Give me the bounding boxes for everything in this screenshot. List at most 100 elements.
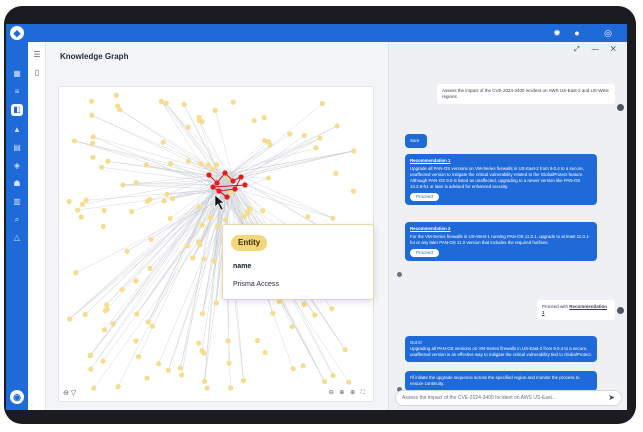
- graph-node[interactable]: [133, 278, 139, 284]
- graph-node[interactable]: [82, 311, 88, 318]
- chat-input-text[interactable]: Assess the impact of the CVE-2024-3400 I…: [402, 395, 556, 401]
- graph-node[interactable]: [74, 207, 81, 213]
- graph-node[interactable]: [227, 385, 234, 391]
- list-icon[interactable]: ☰: [32, 50, 42, 60]
- shield-icon[interactable]: ◈: [11, 160, 23, 172]
- graph-node[interactable]: [215, 223, 221, 230]
- graph-node[interactable]: [334, 123, 340, 129]
- graph-node[interactable]: [317, 135, 323, 141]
- graph-node[interactable]: [300, 363, 306, 369]
- grid-icon[interactable]: ▦: [11, 68, 23, 80]
- graph-node[interactable]: [165, 367, 171, 373]
- assistant-icon[interactable]: ◉: [10, 390, 24, 404]
- graph-node[interactable]: [199, 222, 205, 228]
- graph-zoom-controls[interactable]: ⊖ ⊕ ⊕ ⛶: [329, 389, 367, 397]
- graph-node[interactable]: [103, 302, 110, 308]
- graph-node[interactable]: [147, 196, 153, 202]
- graph-node[interactable]: [204, 385, 210, 391]
- send-icon[interactable]: ➤: [608, 391, 615, 405]
- graph-node[interactable]: [163, 100, 169, 106]
- highlighted-node[interactable]: [224, 194, 230, 200]
- graph-node[interactable]: [330, 373, 336, 379]
- graph-node[interactable]: [167, 160, 174, 167]
- graph-node[interactable]: [342, 347, 348, 353]
- graph-node[interactable]: [73, 270, 79, 276]
- highlighted-node[interactable]: [238, 174, 244, 180]
- graph-node[interactable]: [148, 236, 154, 243]
- graph-node[interactable]: [89, 112, 95, 118]
- document-icon[interactable]: ▤: [11, 142, 23, 154]
- notification-bell-icon[interactable]: ●: [571, 27, 583, 39]
- highlighted-node[interactable]: [214, 180, 220, 186]
- highlighted-node[interactable]: [210, 184, 216, 190]
- graph-node[interactable]: [147, 265, 153, 271]
- graph-node[interactable]: [164, 191, 170, 197]
- proceed-button-2[interactable]: Proceed: [410, 249, 439, 257]
- graph-node[interactable]: [196, 340, 202, 346]
- graph-node[interactable]: [254, 337, 261, 344]
- graph-node[interactable]: [265, 175, 272, 181]
- panel-toggle-icon[interactable]: ▯: [32, 68, 42, 78]
- graph-node[interactable]: [240, 377, 247, 384]
- users-icon[interactable]: ☗: [11, 178, 23, 190]
- recommendation-1-title[interactable]: Recommendation 1: [410, 158, 592, 164]
- graph-node[interactable]: [99, 164, 105, 170]
- graph-node[interactable]: [313, 145, 319, 151]
- graph-node[interactable]: [105, 158, 111, 164]
- graph-node[interactable]: [262, 349, 268, 355]
- graph-node[interactable]: [321, 379, 328, 385]
- graph-node[interactable]: [89, 140, 96, 146]
- graph-node[interactable]: [135, 354, 142, 360]
- graph-node[interactable]: [287, 131, 293, 137]
- graph-node[interactable]: [79, 201, 86, 207]
- highlighted-node[interactable]: [222, 170, 228, 176]
- highlighted-node[interactable]: [230, 178, 236, 184]
- recommendation-2-title[interactable]: Recommendation 2: [410, 226, 592, 232]
- graph-node[interactable]: [190, 255, 196, 261]
- graph-node[interactable]: [128, 208, 135, 215]
- app-logo-icon[interactable]: ◆: [10, 26, 24, 40]
- graph-node[interactable]: [198, 161, 204, 167]
- graph-node[interactable]: [104, 306, 110, 312]
- graph-node[interactable]: [66, 198, 72, 205]
- graph-node[interactable]: [251, 117, 257, 124]
- graph-node[interactable]: [185, 243, 191, 249]
- graph-node[interactable]: [289, 323, 295, 330]
- graph-node[interactable]: [196, 204, 202, 210]
- graph-node[interactable]: [158, 98, 165, 104]
- graph-node[interactable]: [90, 154, 96, 160]
- settings-icon[interactable]: ✹: [551, 27, 563, 39]
- graph-node[interactable]: [226, 360, 232, 366]
- graph-node[interactable]: [211, 258, 217, 264]
- graph-node[interactable]: [247, 206, 253, 212]
- proceed-button-1[interactable]: Proceed: [410, 193, 439, 201]
- graph-node[interactable]: [149, 323, 155, 329]
- user-profile-icon[interactable]: ◎: [602, 27, 614, 39]
- graph-node[interactable]: [160, 139, 166, 145]
- graph-node[interactable]: [145, 319, 151, 325]
- graph-node[interactable]: [305, 214, 311, 220]
- graph-node[interactable]: [201, 256, 207, 262]
- graph-node[interactable]: [199, 348, 205, 354]
- graph-node[interactable]: [212, 107, 218, 114]
- graph-node[interactable]: [143, 162, 149, 168]
- graph-node[interactable]: [134, 311, 140, 317]
- graph-node[interactable]: [119, 287, 125, 293]
- graph-node[interactable]: [261, 115, 267, 121]
- graph-node[interactable]: [100, 358, 106, 364]
- graph-node[interactable]: [83, 197, 89, 203]
- graph-node[interactable]: [167, 215, 173, 222]
- graph-node[interactable]: [179, 372, 185, 378]
- highlighted-node[interactable]: [206, 172, 212, 178]
- graph-node[interactable]: [88, 98, 95, 104]
- graph-node[interactable]: [185, 158, 192, 164]
- graph-node[interactable]: [115, 103, 121, 109]
- dashboard-icon[interactable]: ◧: [11, 104, 23, 116]
- graph-node[interactable]: [101, 327, 108, 333]
- graph-node[interactable]: [101, 207, 107, 214]
- graph-node[interactable]: [333, 170, 339, 176]
- graph-node[interactable]: [270, 310, 276, 316]
- graph-node[interactable]: [312, 312, 318, 318]
- graph-node[interactable]: [196, 117, 202, 124]
- graph-node[interactable]: [228, 190, 234, 196]
